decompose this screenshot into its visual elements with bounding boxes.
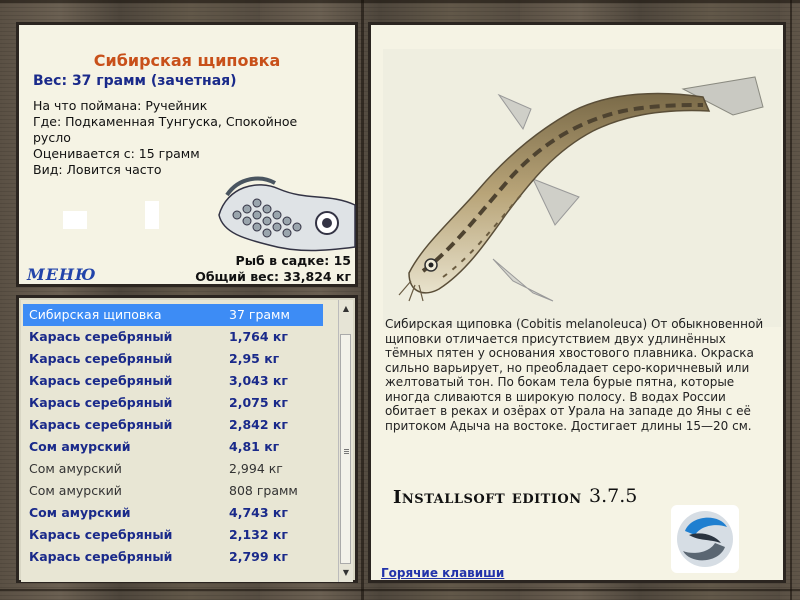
list-item-fish-name: Карась серебряный bbox=[29, 527, 173, 542]
catch-details: На что поймана: Ручейник Где: Подкаменна… bbox=[33, 98, 323, 178]
decor-block bbox=[145, 201, 159, 229]
list-item-weight: 2,994 кг bbox=[229, 461, 283, 476]
list-item-fish-name: Карась серебряный bbox=[29, 373, 173, 388]
list-item[interactable]: Карась серебряный 3,043 кг bbox=[23, 370, 323, 392]
list-item-fish-name: Карась серебряный bbox=[29, 549, 173, 564]
list-item-fish-name: Карась серебряный bbox=[29, 351, 173, 366]
wood-seam bbox=[790, 0, 792, 600]
list-item-fish-name: Сом амурский bbox=[29, 505, 131, 520]
version-label: 3.7.5 bbox=[589, 485, 638, 507]
chevron-down-icon[interactable]: ▼ bbox=[339, 566, 353, 580]
list-item[interactable]: Сом амурский 4,81 кг bbox=[23, 436, 323, 458]
list-item-fish-name: Сом амурский bbox=[29, 483, 122, 498]
place-text: Где: Подкаменная Тунгуска, Спокойное рус… bbox=[33, 114, 298, 145]
list-item-weight: 37 грамм bbox=[229, 307, 290, 322]
keep-count: Рыб в садке: 15 bbox=[235, 253, 351, 268]
wood-seam bbox=[0, 589, 800, 591]
list-item-fish-name: Карась серебряный bbox=[29, 395, 173, 410]
fish-description: Сибирская щиповка (Cobitis melanoleuca) … bbox=[385, 317, 764, 433]
list-item[interactable]: Сибирская щиповка 37 грамм bbox=[23, 304, 323, 326]
list-item-weight: 3,043 кг bbox=[229, 373, 288, 388]
list-item-weight: 2,95 кг bbox=[229, 351, 280, 366]
fish-emblem-icon bbox=[218, 176, 356, 252]
list-item[interactable]: Карась серебряный 2,132 кг bbox=[23, 524, 323, 546]
list-item-fish-name: Карась серебряный bbox=[29, 417, 173, 432]
list-item[interactable]: Карась серебряный 2,842 кг bbox=[23, 414, 323, 436]
catch-info-panel: Сибирская щиповка Вес: 37 грамм (зачетна… bbox=[16, 22, 358, 287]
scrollbar-grip bbox=[344, 449, 349, 450]
list-item[interactable]: Карась серебряный 2,95 кг bbox=[23, 348, 323, 370]
list-item-weight: 2,842 кг bbox=[229, 417, 288, 432]
keep-net-stats: Рыб в садке: 15 Общий вес: 33,824 кг bbox=[195, 253, 351, 285]
fish-name-title: Сибирская щиповка bbox=[93, 51, 281, 70]
list-item[interactable]: Сом амурский 2,994 кг bbox=[23, 458, 323, 480]
edition-text: Installsoft edition bbox=[393, 487, 582, 508]
list-scrollbar[interactable]: ▲ ▼ bbox=[338, 300, 353, 582]
list-item[interactable]: Сом амурский 808 грамм bbox=[23, 480, 323, 502]
total-weight: Общий вес: 33,824 кг bbox=[195, 269, 351, 284]
list-item-fish-name: Сибирская щиповка bbox=[29, 307, 162, 322]
list-item-fish-name: Сом амурский bbox=[29, 461, 122, 476]
list-item-weight: 2,132 кг bbox=[229, 527, 288, 542]
bait-text: На что поймана: Ручейник bbox=[33, 98, 208, 113]
menu-link[interactable]: МЕНЮ bbox=[27, 265, 97, 284]
decor-block bbox=[63, 211, 87, 229]
list-item[interactable]: Карась серебряный 1,764 кг bbox=[23, 326, 323, 348]
scrollbar-thumb[interactable] bbox=[340, 334, 351, 564]
list-item-weight: 4,81 кг bbox=[229, 439, 280, 454]
installsoft-logo-icon bbox=[671, 505, 739, 573]
fish-weight: Вес: 37 грамм (зачетная) bbox=[33, 73, 237, 89]
fish-info-panel: Сибирская щиповка (Cobitis melanoleuca) … bbox=[368, 22, 786, 583]
list-item-weight: 2,075 кг bbox=[229, 395, 288, 410]
list-item-weight: 808 грамм bbox=[229, 483, 298, 498]
list-item-weight: 2,799 кг bbox=[229, 549, 288, 564]
list-item-weight: 4,743 кг bbox=[229, 505, 288, 520]
edition-label: Installsoft edition bbox=[393, 487, 582, 508]
list-item[interactable]: Карась серебряный 2,799 кг bbox=[23, 546, 323, 568]
list-item-fish-name: Карась серебряный bbox=[29, 329, 173, 344]
list-item[interactable]: Карась серебряный 2,075 кг bbox=[23, 392, 323, 414]
wood-seam bbox=[0, 0, 800, 3]
catch-listbox[interactable]: Сибирская щиповка 37 грамм Карась серебрян… bbox=[21, 300, 339, 582]
fish-photo bbox=[383, 49, 781, 327]
wood-seam bbox=[361, 0, 364, 600]
rated-from-text: Оценивается с: 15 грамм bbox=[33, 146, 200, 161]
hotkeys-link[interactable]: Горячие клавиши bbox=[381, 566, 504, 580]
list-item[interactable]: Сом амурский 4,743 кг bbox=[23, 502, 323, 524]
chevron-up-icon[interactable]: ▲ bbox=[339, 302, 353, 316]
list-item-weight: 1,764 кг bbox=[229, 329, 288, 344]
list-item-fish-name: Сом амурский bbox=[29, 439, 131, 454]
catch-list-panel: Сибирская щиповка 37 грамм Карась серебрян… bbox=[16, 295, 358, 583]
